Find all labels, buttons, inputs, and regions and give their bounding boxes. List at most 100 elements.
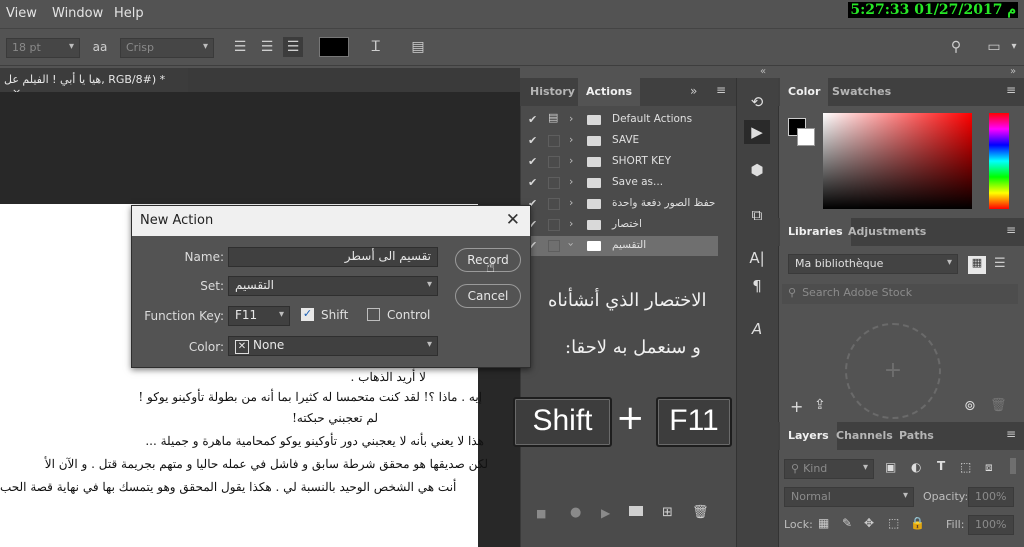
pixel-filter-icon[interactable]: ▣ — [885, 460, 896, 474]
stock-search-field[interactable]: ⚲ Search Adobe Stock — [782, 284, 1018, 304]
workspace-icon[interactable]: ▭ — [984, 37, 1004, 57]
collapse-icon[interactable]: » — [690, 84, 697, 98]
check-icon[interactable]: ✔ — [528, 155, 537, 168]
action-row[interactable]: ✔ ▤ › Default Actions — [524, 110, 718, 130]
action-name-field[interactable]: تقسيم الى أسطر — [228, 247, 438, 267]
grid-view-icon[interactable]: ▦ — [968, 256, 986, 274]
chevron-down-icon[interactable]: ▾ — [1004, 37, 1024, 57]
control-checkbox[interactable] — [367, 308, 380, 321]
set-select[interactable]: التقسيم ▾ — [228, 276, 438, 296]
hue-slider[interactable] — [989, 113, 1009, 209]
chevron-down-icon[interactable]: › — [565, 242, 578, 246]
warp-text-icon[interactable]: Ꮖ — [366, 37, 386, 57]
lock-transparent-icon[interactable]: ▦ — [818, 516, 829, 530]
search-icon[interactable]: ⚲ — [946, 37, 966, 57]
tab-paths[interactable]: Paths — [891, 422, 942, 450]
collapse-icon[interactable]: » — [1010, 66, 1016, 77]
character-icon[interactable]: A| — [744, 246, 770, 270]
check-icon[interactable]: ✔ — [528, 134, 537, 147]
panel-menu-icon[interactable]: ≡ — [1006, 427, 1016, 441]
stop-icon[interactable]: ■ — [536, 507, 546, 520]
smart-object-filter-icon[interactable]: ⧈ — [985, 460, 993, 475]
color-select[interactable]: ✕ None ▾ — [228, 336, 438, 356]
document-tab[interactable]: هيا يا أبي ! الفيلم عل, RGB/8#) * × — [0, 68, 188, 99]
action-row[interactable]: ✔ › حفظ الصور دفعة واحدة — [524, 194, 718, 214]
close-icon[interactable]: ✕ — [506, 210, 520, 230]
panel-menu-icon[interactable]: ≡ — [1006, 83, 1016, 97]
filter-toggle[interactable] — [1010, 458, 1016, 474]
action-row[interactable]: ✔ › Save as... — [524, 173, 718, 193]
dialog-toggle[interactable] — [548, 219, 560, 231]
blend-mode-select[interactable]: Normal ▾ — [784, 487, 914, 507]
record-icon[interactable]: ● — [570, 505, 581, 520]
lock-image-icon[interactable]: ✎ — [842, 516, 852, 530]
new-set-folder-icon[interactable] — [629, 506, 643, 516]
chevron-right-icon[interactable]: › — [569, 133, 573, 146]
type-filter-icon[interactable]: T — [937, 459, 945, 473]
new-action-icon[interactable]: ⊞ — [662, 505, 673, 520]
align-right-icon[interactable]: ☰ — [283, 37, 303, 57]
library-select[interactable]: Ma bibliothèque ▾ — [788, 254, 958, 274]
menu-window[interactable]: Window — [52, 6, 103, 21]
chevron-right-icon[interactable]: › — [569, 175, 573, 188]
actions-play-icon[interactable]: ▶ — [744, 120, 770, 144]
glyphs-icon[interactable]: A — [744, 317, 770, 341]
lock-all-icon[interactable]: 🔒 — [910, 516, 925, 530]
opacity-field[interactable]: 100% — [968, 487, 1014, 507]
check-icon[interactable]: ✔ — [528, 176, 537, 189]
chevron-right-icon[interactable]: › — [569, 112, 573, 125]
tab-actions[interactable]: Actions — [578, 78, 640, 106]
action-row-selected[interactable]: ✔ › التقسيم — [524, 236, 718, 256]
3d-icon[interactable]: ⬢ — [744, 158, 770, 182]
collapse-icon[interactable]: « — [760, 66, 766, 77]
upload-icon[interactable]: ⇪ — [814, 397, 826, 413]
chevron-right-icon[interactable]: › — [569, 196, 573, 209]
dialog-toggle[interactable] — [548, 135, 560, 147]
paragraph-styles-icon[interactable]: ⧉ — [744, 203, 770, 227]
creative-cloud-icon[interactable]: ⊚ — [964, 398, 976, 414]
check-icon[interactable]: ✔ — [528, 113, 537, 126]
action-row[interactable]: ✔ › SHORT KEY — [524, 152, 718, 172]
tab-history[interactable]: History — [522, 78, 583, 106]
character-panel-icon[interactable]: ▤ — [408, 37, 428, 57]
fill-field[interactable]: 100% — [968, 515, 1014, 535]
paragraph-icon[interactable]: ¶ — [744, 274, 770, 298]
shift-checkbox[interactable]: ✓ — [301, 308, 314, 321]
play-icon[interactable]: ▶ — [601, 506, 610, 520]
tab-channels[interactable]: Channels — [828, 422, 901, 450]
panel-menu-icon[interactable]: ≡ — [716, 83, 726, 97]
tab-color[interactable]: Color — [780, 78, 829, 106]
text-color-swatch[interactable] — [319, 37, 349, 57]
font-size-field[interactable]: 18 pt ▾ — [6, 38, 80, 58]
chevron-right-icon[interactable]: › — [569, 217, 573, 230]
tab-swatches[interactable]: Swatches — [824, 78, 899, 106]
color-spectrum-field[interactable] — [823, 113, 972, 209]
adjustment-filter-icon[interactable]: ◐ — [911, 460, 921, 474]
panel-menu-icon[interactable]: ≡ — [1006, 223, 1016, 237]
add-icon[interactable]: + — [790, 397, 803, 416]
lock-artboard-icon[interactable]: ⬚ — [888, 516, 899, 530]
dialog-toggle[interactable] — [548, 177, 560, 189]
chevron-right-icon[interactable]: › — [569, 154, 573, 167]
tab-adjustments[interactable]: Adjustments — [840, 218, 934, 246]
menu-view[interactable]: View — [6, 6, 37, 21]
menu-help[interactable]: Help — [114, 6, 144, 21]
layer-kind-filter[interactable]: ⚲ Kind ▾ — [784, 459, 874, 479]
lock-position-icon[interactable]: ✥ — [864, 516, 874, 530]
dialog-toggle-icon[interactable]: ▤ — [548, 111, 560, 124]
shape-filter-icon[interactable]: ⬚ — [960, 460, 971, 474]
action-row[interactable]: ✔ › اختصار — [524, 215, 718, 235]
antialias-select[interactable]: Crisp ▾ — [120, 38, 214, 58]
dialog-toggle[interactable] — [548, 240, 560, 252]
align-left-icon[interactable]: ☰ — [230, 37, 250, 57]
dialog-toggle[interactable] — [548, 156, 560, 168]
add-content-drop-icon[interactable]: + — [845, 323, 941, 419]
list-view-icon[interactable]: ☰ — [994, 256, 1006, 271]
action-row[interactable]: ✔ › SAVE — [524, 131, 718, 151]
history-icon[interactable]: ⟲ — [744, 90, 770, 114]
dialog-toggle[interactable] — [548, 198, 560, 210]
trash-icon[interactable]: 🗑 — [990, 398, 1007, 413]
background-color-swatch[interactable] — [797, 128, 815, 146]
trash-icon[interactable]: 🗑 — [692, 505, 709, 520]
cancel-button[interactable]: Cancel — [455, 284, 521, 308]
